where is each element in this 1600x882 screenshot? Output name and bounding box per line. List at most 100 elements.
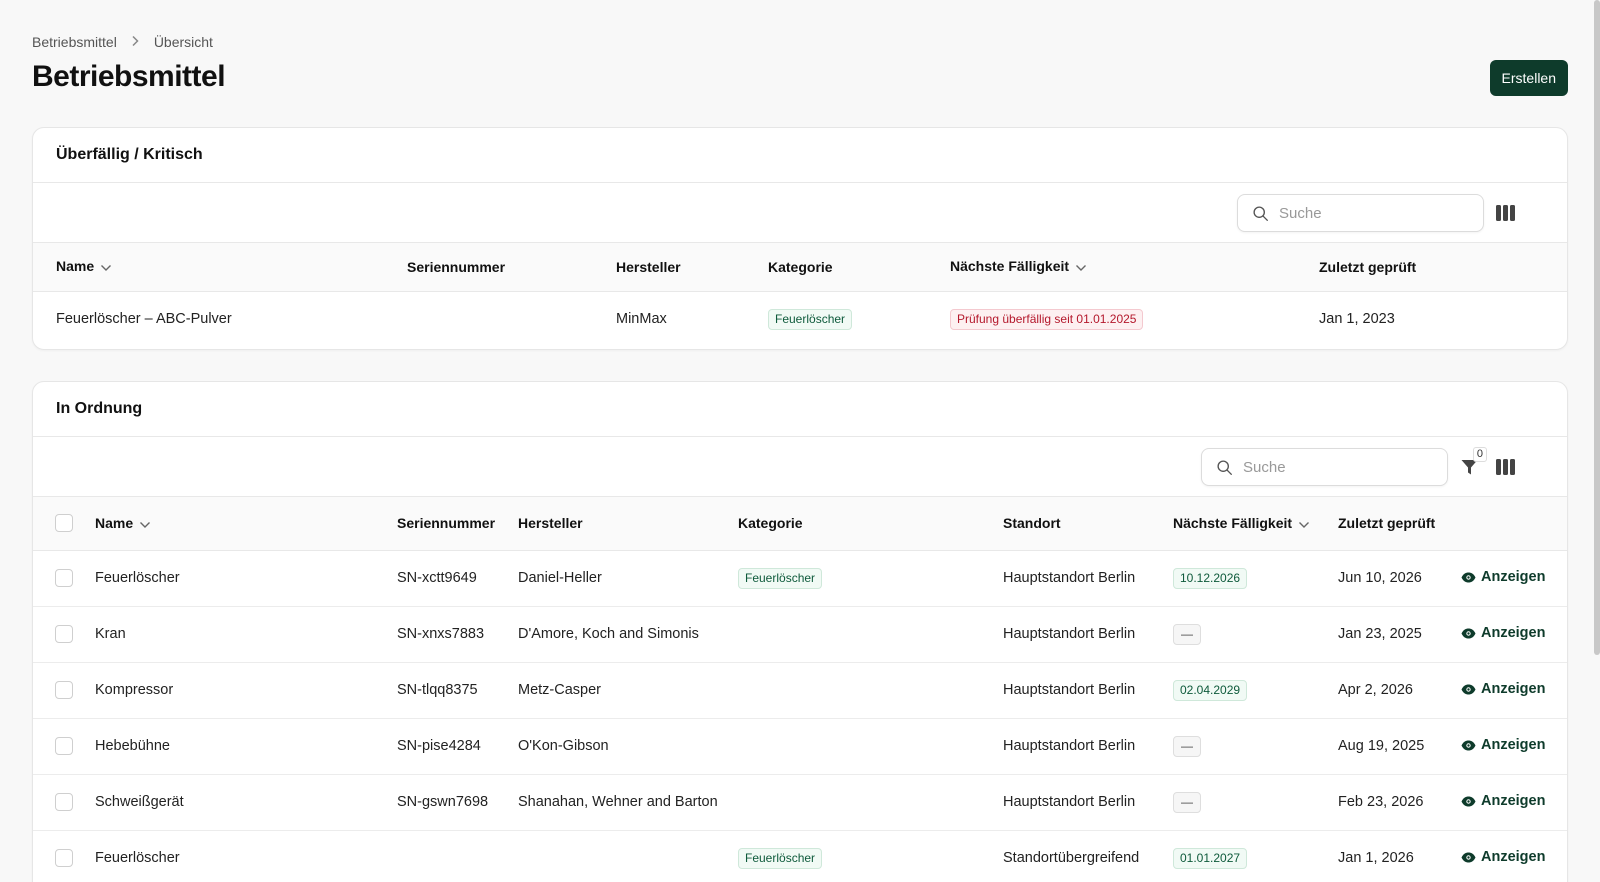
cell-name: Kran bbox=[95, 626, 126, 642]
ok-card: In Ordnung 0 Name Seriennummer Hers bbox=[32, 381, 1568, 882]
chevron-down-icon bbox=[1075, 259, 1087, 275]
table-row[interactable]: Kompressor SN-tlqq8375 Metz-Casper Haupt… bbox=[33, 662, 1567, 718]
column-header-last-checked: Zuletzt geprüft bbox=[1338, 515, 1436, 532]
view-label: Anzeigen bbox=[1481, 625, 1546, 642]
cell-last-checked: Jun 10, 2026 bbox=[1338, 570, 1422, 586]
column-header-next-due[interactable]: Nächste Fälligkeit bbox=[950, 243, 1319, 291]
column-header-name[interactable]: Name bbox=[33, 243, 407, 291]
cell-serial: SN-tlqq8375 bbox=[397, 682, 478, 698]
cell-actions: Anzeigen bbox=[1461, 774, 1567, 830]
table-header-row: Name Seriennummer Hersteller Kategorie N… bbox=[33, 243, 1567, 291]
overdue-table: Name Seriennummer Hersteller Kategorie N… bbox=[33, 243, 1567, 347]
ok-search[interactable] bbox=[1201, 448, 1448, 486]
cell-location: Hauptstandort Berlin bbox=[1003, 626, 1136, 642]
category-badge: Feuerlöscher bbox=[738, 567, 823, 589]
cell-actions: Anzeigen bbox=[1461, 662, 1567, 718]
select-all-checkbox[interactable] bbox=[55, 514, 73, 533]
status-badge: Prüfung überfällig seit 01.01.2025 bbox=[950, 308, 1144, 330]
category-badge: Feuerlöscher bbox=[738, 847, 823, 869]
column-header-next-due[interactable]: Nächste Fälligkeit bbox=[1173, 497, 1338, 550]
cell-last-checked: Apr 2, 2026 bbox=[1338, 682, 1413, 698]
due-date-badge: 10.12.2026 bbox=[1173, 567, 1248, 589]
chevron-down-icon bbox=[100, 259, 112, 275]
cell-actions: Anzeigen bbox=[1461, 830, 1567, 882]
table-row[interactable]: Feuerlöscher – ABC-Pulver MinMax Feuerlö… bbox=[33, 291, 1567, 347]
cell-manufacturer: D'Amore, Koch and Simonis bbox=[518, 626, 699, 642]
search-icon bbox=[1217, 459, 1232, 475]
breadcrumb-parent-link[interactable]: Betriebsmittel bbox=[32, 34, 117, 50]
overdue-search-input[interactable] bbox=[1279, 204, 1459, 222]
row-select-cell bbox=[33, 662, 95, 718]
row-select-cell bbox=[33, 550, 95, 606]
row-checkbox[interactable] bbox=[55, 625, 73, 643]
ok-table: Name Seriennummer Hersteller Kategorie S… bbox=[33, 497, 1567, 882]
cell-category bbox=[738, 774, 1003, 830]
cell-serial: SN-pise4284 bbox=[397, 738, 481, 754]
view-label: Anzeigen bbox=[1481, 793, 1546, 810]
column-header-serial: Seriennummer bbox=[407, 258, 506, 275]
column-header-serial: Seriennummer bbox=[397, 515, 496, 532]
due-date-badge: — bbox=[1173, 623, 1201, 645]
ok-card-title: In Ordnung bbox=[33, 382, 1567, 437]
breadcrumb: Betriebsmittel Übersicht bbox=[32, 34, 213, 50]
table-row[interactable]: Hebebühne SN-pise4284 O'Kon-Gibson Haupt… bbox=[33, 718, 1567, 774]
due-date-badge: 02.04.2029 bbox=[1173, 679, 1248, 701]
cell-name: Schweißgerät bbox=[95, 794, 184, 810]
cell-category bbox=[738, 662, 1003, 718]
overdue-card: Überfällig / Kritisch Name Seriennummer … bbox=[32, 127, 1568, 350]
row-checkbox[interactable] bbox=[55, 737, 73, 755]
table-row[interactable]: Feuerlöscher SN-xctt9649 Daniel-Heller F… bbox=[33, 550, 1567, 606]
view-label: Anzeigen bbox=[1481, 849, 1546, 866]
table-row[interactable]: Kran SN-xnxs7883 D'Amore, Koch and Simon… bbox=[33, 606, 1567, 662]
row-select-cell bbox=[33, 718, 95, 774]
view-button[interactable]: Anzeigen bbox=[1461, 681, 1545, 697]
cell-serial: SN-gswn7698 bbox=[397, 794, 489, 810]
ok-table-body: Feuerlöscher SN-xctt9649 Daniel-Heller F… bbox=[33, 550, 1567, 882]
row-select-cell bbox=[33, 830, 95, 882]
view-button[interactable]: Anzeigen bbox=[1461, 849, 1545, 865]
cell-location: Hauptstandort Berlin bbox=[1003, 738, 1136, 754]
cell-serial bbox=[407, 291, 616, 347]
eye-icon bbox=[1461, 684, 1476, 695]
category-badge: Feuerlöscher bbox=[768, 308, 853, 330]
column-header-name[interactable]: Name bbox=[95, 497, 397, 550]
due-date-badge: — bbox=[1173, 791, 1201, 813]
row-checkbox[interactable] bbox=[55, 569, 73, 587]
cell-last-checked: Jan 1, 2026 bbox=[1338, 850, 1414, 866]
row-select-cell bbox=[33, 774, 95, 830]
create-button[interactable]: Erstellen bbox=[1489, 60, 1568, 96]
cell-location: Hauptstandort Berlin bbox=[1003, 682, 1136, 698]
row-checkbox[interactable] bbox=[55, 849, 73, 867]
cell-name: Kompressor bbox=[95, 682, 174, 698]
cell-next-due: — bbox=[1173, 774, 1338, 830]
cell-name: Hebebühne bbox=[95, 738, 170, 754]
row-checkbox[interactable] bbox=[55, 681, 73, 699]
view-button[interactable]: Anzeigen bbox=[1461, 569, 1545, 585]
cell-location: Hauptstandort Berlin bbox=[1003, 794, 1136, 810]
cell-actions: Anzeigen bbox=[1461, 550, 1567, 606]
view-label: Anzeigen bbox=[1481, 681, 1546, 698]
cell-manufacturer bbox=[518, 830, 738, 882]
eye-icon bbox=[1461, 740, 1476, 751]
filter-icon[interactable]: 0 bbox=[1457, 447, 1487, 479]
view-button[interactable]: Anzeigen bbox=[1461, 793, 1545, 809]
overdue-search[interactable] bbox=[1237, 194, 1484, 232]
columns-icon[interactable] bbox=[1493, 201, 1517, 225]
cell-name: Feuerlöscher bbox=[95, 570, 180, 586]
cell-actions: Anzeigen bbox=[1461, 718, 1567, 774]
cell-serial: SN-xctt9649 bbox=[397, 570, 477, 586]
ok-toolbar: 0 bbox=[33, 437, 1567, 497]
cell-last-checked: Aug 19, 2025 bbox=[1338, 738, 1425, 754]
view-button[interactable]: Anzeigen bbox=[1461, 737, 1545, 753]
cell-manufacturer: MinMax bbox=[616, 311, 667, 328]
columns-icon[interactable] bbox=[1493, 455, 1517, 479]
page-scrollbar[interactable] bbox=[1594, 0, 1600, 655]
cell-actions: Anzeigen bbox=[1461, 606, 1567, 662]
cell-last-checked: Feb 23, 2026 bbox=[1338, 794, 1424, 810]
row-checkbox[interactable] bbox=[55, 793, 73, 811]
chevron-down-icon bbox=[1298, 516, 1310, 532]
table-row[interactable]: Schweißgerät SN-gswn7698 Shanahan, Wehne… bbox=[33, 774, 1567, 830]
view-button[interactable]: Anzeigen bbox=[1461, 625, 1545, 641]
table-row[interactable]: Feuerlöscher Feuerlöscher Standortübergr… bbox=[33, 830, 1567, 882]
ok-search-input[interactable] bbox=[1243, 458, 1423, 476]
